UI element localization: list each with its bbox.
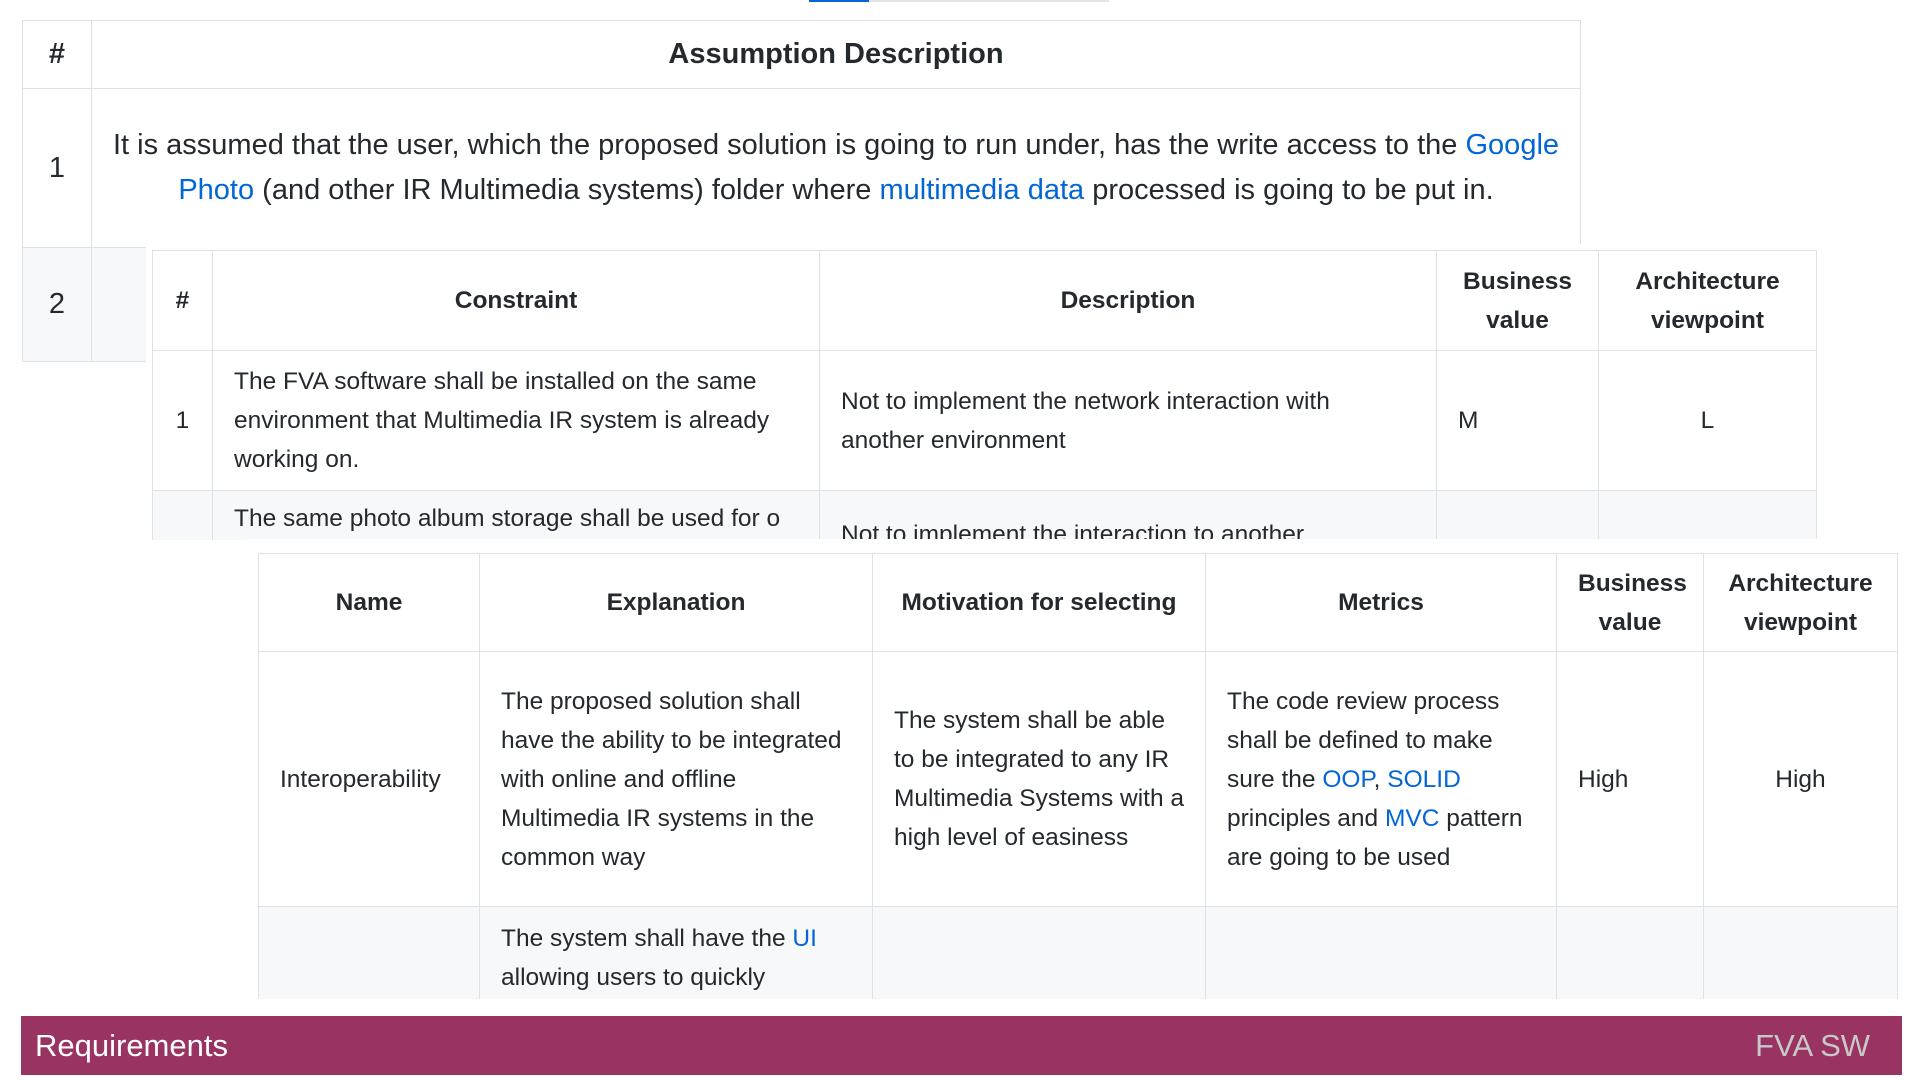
ui-link[interactable]: UI xyxy=(792,925,817,952)
header-explanation: Explanation xyxy=(479,553,873,652)
description-cell: Not to implement the interaction to anot… xyxy=(819,490,1437,540)
text: principles and xyxy=(1227,804,1385,832)
metrics-cell xyxy=(1205,906,1557,999)
description-cell: Not to implement the network interaction… xyxy=(819,350,1437,491)
row-num: 2 xyxy=(152,490,213,540)
motivation-cell: The system shall be able to be integrate… xyxy=(872,651,1206,907)
constraints-clip-left xyxy=(146,540,247,640)
constraints-table: # Constraint Description Business value … xyxy=(152,250,1817,540)
header-business-value: Business value xyxy=(1556,553,1704,652)
metrics-cell: The code review process shall be defined… xyxy=(1205,651,1557,907)
constraint-cell: The same photo album storage shall be us… xyxy=(212,490,820,540)
business-value-cell: High xyxy=(1556,651,1704,907)
oop-link[interactable]: OOP xyxy=(1322,766,1373,793)
name-cell: Interoperability xyxy=(258,651,480,907)
quality-attributes-table: Name Explanation Motivation for selectin… xyxy=(258,553,1898,999)
row-num: 2 xyxy=(22,247,92,362)
scroll-indicator-track xyxy=(869,0,1109,2)
header-description: Description xyxy=(819,250,1437,351)
text: processed is going to be put in. xyxy=(1084,174,1494,206)
explanation-cell: The system shall have the UI allowing us… xyxy=(479,906,873,999)
header-metrics: Metrics xyxy=(1205,553,1557,652)
explanation-cell: The proposed solution shall have the abi… xyxy=(479,651,873,907)
mvc-link[interactable]: MVC xyxy=(1385,805,1439,832)
constraints-panel: # Constraint Description Business value … xyxy=(146,244,1818,540)
business-value-cell xyxy=(1556,906,1704,999)
text: , xyxy=(1373,765,1388,793)
architecture-viewpoint-cell xyxy=(1598,490,1817,540)
solid-link[interactable]: SOLID xyxy=(1387,766,1461,793)
header-architecture-viewpoint: Architecture viewpoint xyxy=(1598,250,1817,351)
constraint-cell: The FVA software shall be installed on t… xyxy=(212,350,820,491)
text: (and other IR Multimedia systems) folder… xyxy=(254,174,880,206)
architecture-viewpoint-cell: L xyxy=(1598,350,1817,491)
header-name: Name xyxy=(258,553,480,652)
architecture-viewpoint-cell xyxy=(1703,906,1898,999)
text: allowing users to quickly xyxy=(501,964,766,991)
footer-section-title: Requirements xyxy=(35,1027,228,1063)
text: It is assumed that the user, which the p… xyxy=(112,129,1466,161)
header-num: # xyxy=(22,20,92,89)
text: The system shall have the xyxy=(501,925,793,952)
assumption-text: It is assumed that the user, which the p… xyxy=(91,88,1581,248)
business-value-cell: M xyxy=(1436,350,1599,491)
header-architecture-viewpoint: Architecture viewpoint xyxy=(1703,553,1898,652)
name-cell xyxy=(258,906,480,999)
header-motivation: Motivation for selecting xyxy=(872,553,1206,652)
quality-attributes-panel: Name Explanation Motivation for selectin… xyxy=(247,539,1907,999)
scroll-indicator-active xyxy=(809,0,869,2)
row-num: 1 xyxy=(22,88,92,248)
header-business-value: Business value xyxy=(1436,250,1599,351)
header-constraint: Constraint xyxy=(212,250,820,351)
footer-product-name: FVA SW xyxy=(1755,1027,1870,1063)
motivation-cell xyxy=(872,906,1206,999)
footer-bar: Requirements FVA SW xyxy=(21,1016,1902,1075)
multimedia-data-link[interactable]: multimedia data xyxy=(879,174,1084,206)
header-num: # xyxy=(152,250,213,351)
row-num: 1 xyxy=(152,350,213,491)
header-assumption-description: Assumption Description xyxy=(91,20,1581,89)
architecture-viewpoint-cell: High xyxy=(1703,651,1898,907)
business-value-cell xyxy=(1436,490,1599,540)
